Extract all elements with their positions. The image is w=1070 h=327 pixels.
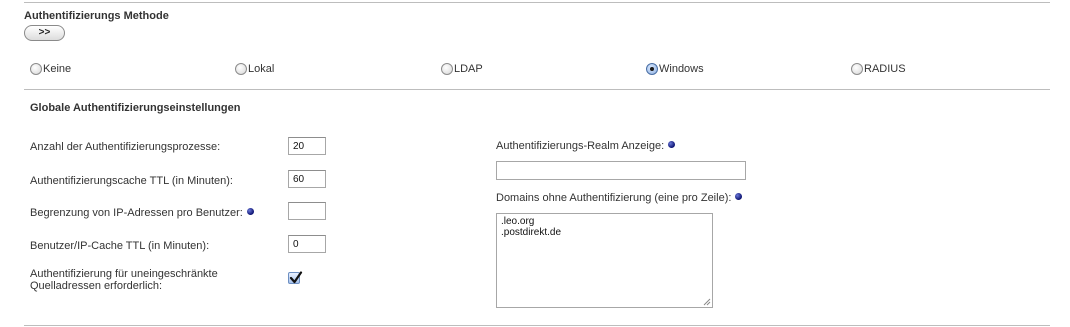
radio-option-ldap[interactable]: LDAP xyxy=(441,63,483,75)
radio-label-radius: RADIUS xyxy=(864,63,906,75)
top-divider xyxy=(24,2,1050,3)
radio-option-windows[interactable]: Windows xyxy=(646,63,704,75)
domains-textarea[interactable]: .leo.org .postdirekt.de xyxy=(496,213,713,308)
unrestricted-label-line1: Authentifizierung für uneingeschränkte xyxy=(30,268,218,280)
domain-line: .postdirekt.de xyxy=(501,227,562,238)
domain-line: .leo.org xyxy=(501,216,535,227)
processes-label: Anzahl der Authentifizierungsprozesse: xyxy=(30,141,221,153)
domains-label-row: Domains ohne Authentifizierung (eine pro… xyxy=(496,192,743,204)
cache-ttl-input[interactable] xyxy=(288,170,326,188)
domains-label: Domains ohne Authentifizierung (eine pro… xyxy=(496,192,732,204)
radio-option-radius[interactable]: RADIUS xyxy=(851,63,906,75)
info-icon[interactable] xyxy=(668,141,676,148)
resize-grip-icon[interactable] xyxy=(703,298,711,306)
section-divider xyxy=(24,89,1050,90)
realm-label: Authentifizierungs-Realm Anzeige: xyxy=(496,140,665,152)
info-icon[interactable] xyxy=(246,208,254,215)
radio-ldap[interactable] xyxy=(441,63,453,75)
unrestricted-label: Authentifizierung für uneingeschränkte Q… xyxy=(30,268,218,292)
radio-label-windows: Windows xyxy=(659,63,704,75)
user-ip-cache-input[interactable] xyxy=(288,235,326,253)
unrestricted-checkbox[interactable] xyxy=(288,271,303,284)
radio-label-lokal: Lokal xyxy=(248,63,275,75)
realm-input[interactable] xyxy=(496,161,746,180)
radio-option-keine[interactable]: Keine xyxy=(30,63,71,75)
expand-toggle-button[interactable]: >> xyxy=(24,25,65,41)
cache-ttl-label: Authentifizierungscache TTL (in Minuten)… xyxy=(30,175,233,187)
radio-keine[interactable] xyxy=(30,63,42,75)
info-icon[interactable] xyxy=(735,193,743,200)
unrestricted-label-line2: Quelladressen erforderlich: xyxy=(30,280,163,292)
radio-lokal[interactable] xyxy=(235,63,247,75)
radio-label-ldap: LDAP xyxy=(454,63,483,75)
radio-windows[interactable] xyxy=(646,63,658,75)
user-ip-cache-label: Benutzer/IP-Cache TTL (in Minuten): xyxy=(30,240,210,252)
auth-method-title: Authentifizierungs Methode xyxy=(24,10,169,22)
ip-limit-input[interactable] xyxy=(288,202,326,220)
ip-limit-label: Begrenzung von IP-Adressen pro Benutzer: xyxy=(30,207,243,219)
radio-radius[interactable] xyxy=(851,63,863,75)
processes-input[interactable] xyxy=(288,137,326,155)
realm-label-row: Authentifizierungs-Realm Anzeige: xyxy=(496,140,676,152)
bottom-divider xyxy=(24,325,1050,326)
checkmark-icon xyxy=(289,271,303,284)
radio-label-keine: Keine xyxy=(43,63,72,75)
ip-limit-row: Begrenzung von IP-Adressen pro Benutzer: xyxy=(30,207,254,219)
radio-option-lokal[interactable]: Lokal xyxy=(235,63,274,75)
global-settings-title: Globale Authentifizierungseinstellungen xyxy=(30,102,241,114)
